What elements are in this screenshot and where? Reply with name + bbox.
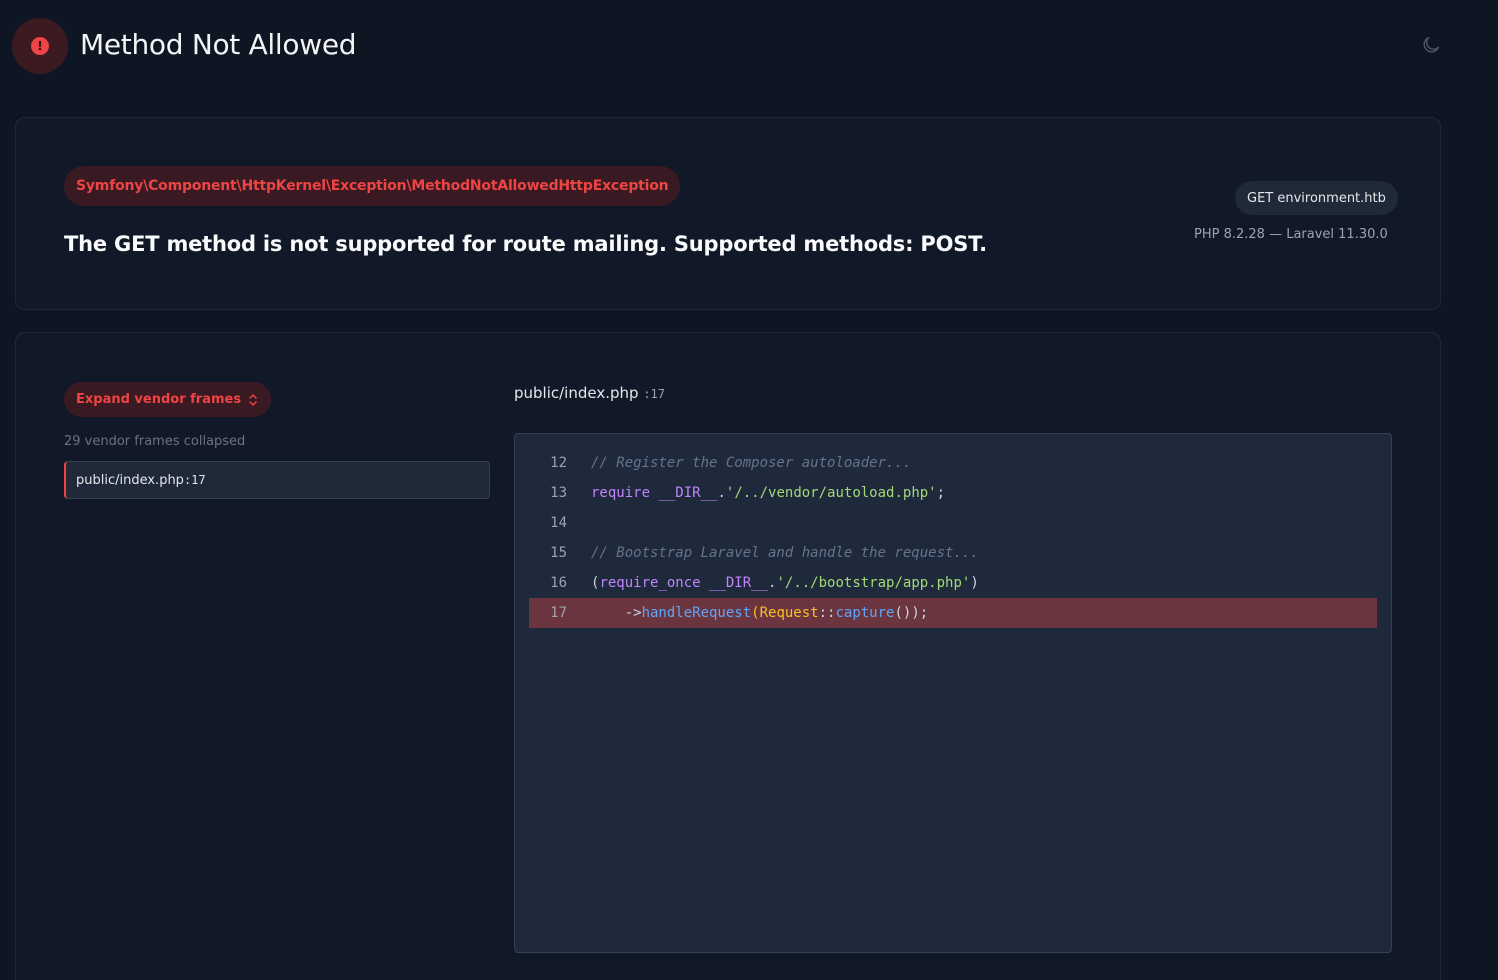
code-comment: // Register the Composer autoloader...	[591, 455, 912, 471]
chevron-up-down-icon	[249, 393, 257, 406]
page-title: Method Not Allowed	[80, 28, 357, 61]
frame-line: :17	[183, 473, 206, 487]
expand-vendor-frames-button[interactable]: Expand vendor frames	[64, 382, 272, 417]
expand-vendor-frames-label: Expand vendor frames	[76, 392, 242, 407]
exception-message: The GET method is not supported for rout…	[64, 232, 987, 256]
error-badge: !	[12, 18, 68, 74]
code-function: capture	[835, 605, 895, 621]
exception-class-badge[interactable]: Symfony\Component\HttpKernel\Exception\M…	[64, 166, 681, 206]
code-file-name: public/index.php	[514, 384, 639, 402]
code-string: '/../bootstrap/app.php'	[776, 575, 971, 591]
vendor-frames-count: 29 vendor frames collapsed	[64, 434, 246, 449]
code-class: Request	[759, 605, 819, 621]
moon-icon[interactable]	[1420, 34, 1442, 56]
code-punctuation: ::	[818, 605, 836, 621]
code-line-highlighted: 17 ->handleRequest(Request::capture());	[529, 598, 1377, 628]
code-comment: // Bootstrap Laravel and handle the requ…	[591, 545, 979, 561]
code-punctuation: .	[717, 485, 726, 501]
code-constant: __DIR__	[700, 575, 769, 591]
code-file-path: public/index.php :17	[514, 384, 665, 402]
code-function: handleRequest	[641, 605, 752, 621]
code-snippet: 12 // Register the Composer autoloader..…	[514, 433, 1392, 953]
code-file-line: :17	[643, 387, 666, 401]
exception-card: Symfony\Component\HttpKernel\Exception\M…	[15, 117, 1441, 310]
line-number: 14	[550, 515, 567, 531]
stack-trace-card: Expand vendor frames 29 vendor frames co…	[15, 332, 1441, 980]
code-line: 16 (require_once __DIR__.'/../bootstrap/…	[529, 568, 1377, 598]
exclamation-circle-icon: !	[31, 37, 49, 55]
code-line: 13 require __DIR__.'/../vendor/autoload.…	[529, 478, 1377, 508]
code-line: 15 // Bootstrap Laravel and handle the r…	[529, 538, 1377, 568]
code-punctuation: ->	[591, 605, 642, 621]
page-header: ! Method Not Allowed	[12, 18, 1498, 74]
line-number: 13	[550, 485, 567, 501]
request-badge[interactable]: GET environment.htb	[1235, 181, 1398, 215]
line-number: 15	[550, 545, 567, 561]
code-constant: __DIR__	[650, 485, 718, 501]
code-punctuation: ());	[894, 605, 929, 621]
code-keyword: require	[591, 485, 651, 501]
version-info: PHP 8.2.28 — Laravel 11.30.0	[1194, 227, 1388, 242]
code-string: '/../vendor/autoload.php'	[725, 485, 937, 501]
code-punctuation: (	[751, 605, 760, 621]
code-line: 12 // Register the Composer autoloader..…	[529, 448, 1377, 478]
line-number: 12	[550, 455, 567, 471]
code-punctuation: )	[970, 575, 979, 591]
code-keyword: require_once	[599, 575, 701, 591]
line-number: 16	[550, 575, 567, 591]
line-number: 17	[550, 605, 567, 621]
frame-file: public/index.php	[76, 472, 184, 488]
stack-frame[interactable]: public/index.php:17	[64, 461, 490, 499]
code-line: 14	[529, 508, 1377, 538]
code-punctuation: ;	[936, 485, 946, 501]
